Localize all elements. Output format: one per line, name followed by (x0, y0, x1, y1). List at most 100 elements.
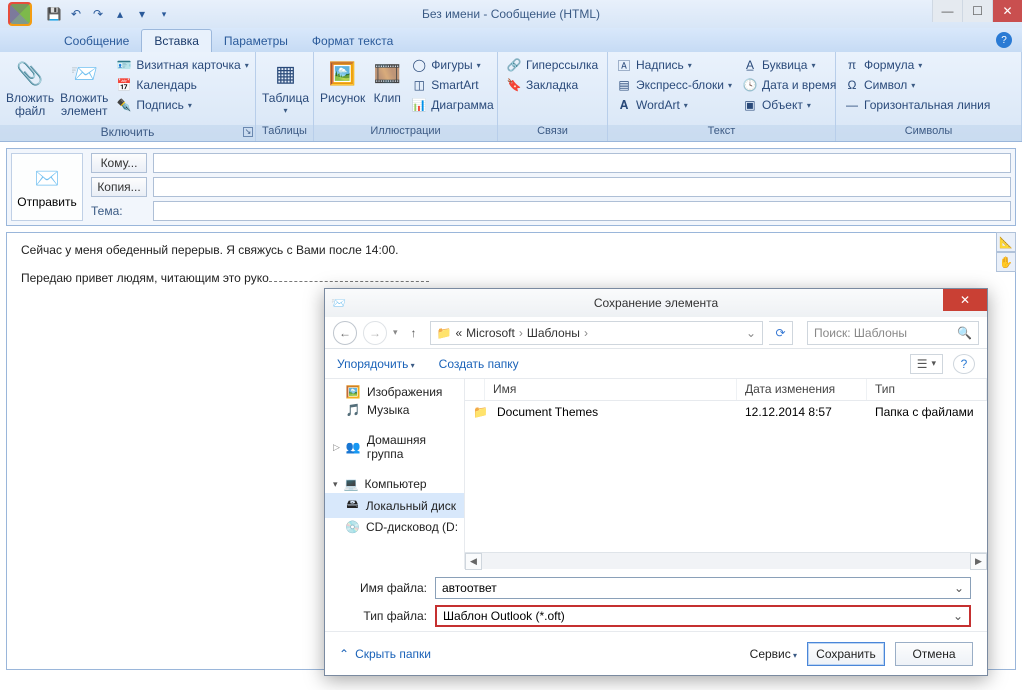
redo-icon[interactable]: ↷ (90, 6, 106, 22)
group-tables-label: Таблицы (256, 125, 313, 141)
bookmark-button[interactable]: 🔖Закладка (504, 76, 600, 94)
nav-computer[interactable]: ▾💻Компьютер (325, 475, 464, 493)
blocks-icon: ▤ (616, 77, 632, 93)
refresh-button[interactable]: ⟳ (769, 321, 793, 345)
forward-button[interactable]: → (363, 321, 387, 345)
help-icon[interactable]: ? (996, 32, 1012, 48)
ribbon-tabs: Сообщение Вставка Параметры Формат текст… (0, 28, 1022, 52)
datetime-button[interactable]: 🕓Дата и время (740, 76, 838, 94)
nav-localdisk[interactable]: 🖴Локальный диск (325, 493, 464, 518)
filetype-label: Тип файла: (341, 609, 427, 623)
next-icon[interactable]: ▾ (134, 6, 150, 22)
to-field[interactable] (153, 153, 1011, 173)
save-button[interactable]: Сохранить (807, 642, 885, 666)
subject-field[interactable] (153, 201, 1011, 221)
dialog-fields: Имя файла: автоответ⌄ Тип файла: Шаблон … (325, 569, 987, 631)
tools-dropdown[interactable]: Сервис (750, 647, 797, 661)
to-button[interactable]: Кому... (91, 153, 147, 173)
tab-message[interactable]: Сообщение (52, 30, 141, 52)
breadcrumb[interactable]: 📁 « Microsoft› Шаблоны› ⌄ (430, 321, 763, 345)
send-icon: ✉️ (35, 166, 60, 191)
nav-music[interactable]: 🎵Музыка (325, 401, 464, 419)
object-button[interactable]: ▣Объект (740, 96, 838, 114)
object-icon: ▣ (742, 97, 758, 113)
symbol-icon: Ω (844, 77, 860, 93)
nav-cddrive[interactable]: 💿CD-дисковод (D: (325, 518, 464, 536)
col-type[interactable]: Тип (867, 379, 987, 400)
minimize-button[interactable]: — (932, 0, 962, 22)
view-icon: ☰ (917, 357, 928, 371)
group-illustrations-label: Иллюстрации (314, 125, 497, 141)
save-dialog: 📨 Сохранение элемента ✕ ← → ▾ ↑ 📁 « Micr… (324, 288, 988, 676)
window-controls: — ☐ ✕ (932, 0, 1022, 22)
new-folder-button[interactable]: Создать папку (439, 357, 519, 371)
office-button[interactable] (0, 0, 40, 28)
cancel-button[interactable]: Отмена (895, 642, 973, 666)
quickparts-button[interactable]: ▤Экспресс-блоки (614, 76, 734, 94)
chart-button[interactable]: 📊Диаграмма (409, 96, 495, 114)
col-date[interactable]: Дата изменения (737, 379, 867, 400)
col-name[interactable]: Имя (485, 379, 737, 400)
undo-icon[interactable]: ↶ (68, 6, 84, 22)
search-icon: 🔍 (957, 326, 972, 340)
attach-file-button[interactable]: 📎Вложить файл (6, 56, 54, 118)
business-card-button[interactable]: 🪪Визитная карточка (114, 56, 250, 74)
cc-field[interactable] (153, 177, 1011, 197)
qat-more-icon[interactable]: ▾ (156, 6, 172, 22)
signature-button[interactable]: ✒️Подпись (114, 96, 250, 114)
tab-options[interactable]: Параметры (212, 30, 300, 52)
dropcap-button[interactable]: A̲Буквица (740, 56, 838, 74)
wordart-button[interactable]: 𝐀WordArt (614, 96, 734, 114)
dialog-close-button[interactable]: ✕ (943, 289, 987, 311)
cd-icon: 💿 (345, 520, 360, 534)
tab-format[interactable]: Формат текста (300, 30, 405, 52)
maximize-button[interactable]: ☐ (962, 0, 992, 22)
file-row[interactable]: 📁 Document Themes 12.12.2014 8:57 Папка … (465, 401, 987, 423)
clipart-button[interactable]: 🎞️Клип (371, 56, 403, 105)
ruler-icon[interactable]: 📐 (996, 232, 1016, 252)
smartart-button[interactable]: ◫SmartArt (409, 76, 495, 94)
filename-input[interactable]: автоответ⌄ (435, 577, 971, 599)
card-icon: 🪪 (116, 57, 132, 73)
picture-button[interactable]: 🖼️Рисунок (320, 56, 365, 105)
symbol-button[interactable]: ΩСимвол (842, 76, 992, 94)
filetype-select[interactable]: Шаблон Outlook (*.oft)⌄ (435, 605, 971, 627)
scroll-left-icon[interactable]: ◀ (465, 553, 482, 570)
search-placeholder: Поиск: Шаблоны (814, 326, 907, 340)
group-text-label: Текст (608, 125, 835, 141)
chevron-down-icon[interactable]: ⌄ (953, 609, 963, 623)
nav-homegroup[interactable]: ▷👥Домашняя группа (325, 431, 464, 463)
chevron-down-icon[interactable]: ⌄ (954, 581, 964, 595)
up-button[interactable]: ↑ (404, 323, 424, 343)
music-icon: 🎵 (345, 403, 361, 417)
hyperlink-button[interactable]: 🔗Гиперссылка (504, 56, 600, 74)
tab-insert[interactable]: Вставка (141, 29, 212, 52)
hand-icon[interactable]: ✋ (996, 252, 1016, 272)
organize-button[interactable]: Упорядочить (337, 357, 415, 371)
horizontal-scrollbar[interactable]: ◀ ▶ (465, 552, 987, 569)
save-icon[interactable]: 💾 (46, 6, 62, 22)
shapes-icon: ◯ (411, 57, 427, 73)
dialog-launcher-icon[interactable]: ↘ (243, 127, 253, 137)
search-input[interactable]: Поиск: Шаблоны 🔍 (807, 321, 979, 345)
textbox-button[interactable]: 🄰Надпись (614, 56, 734, 74)
attach-item-button[interactable]: 📨Вложить элемент (60, 56, 108, 118)
equation-button[interactable]: πФормула (842, 56, 992, 74)
view-mode-button[interactable]: ☰▾ (910, 354, 943, 374)
calendar-button[interactable]: 📅Календарь (114, 76, 250, 94)
hide-folders-button[interactable]: ⌃Скрыть папки (339, 647, 431, 661)
nav-pictures[interactable]: 🖼️Изображения (325, 383, 464, 401)
shapes-button[interactable]: ◯Фигуры (409, 56, 495, 74)
scroll-right-icon[interactable]: ▶ (970, 553, 987, 570)
computer-icon: 💻 (344, 477, 359, 491)
table-button[interactable]: ▦Таблица (262, 56, 309, 116)
send-button[interactable]: ✉️ Отправить (11, 153, 83, 221)
prev-icon[interactable]: ▴ (112, 6, 128, 22)
help-button[interactable]: ? (953, 354, 975, 374)
hline-button[interactable]: —Горизонтальная линия (842, 96, 992, 114)
chart-icon: 📊 (411, 97, 427, 113)
cc-button[interactable]: Копия... (91, 177, 147, 197)
close-button[interactable]: ✕ (992, 0, 1022, 22)
chevron-down-icon[interactable]: ⌄ (746, 326, 756, 340)
back-button[interactable]: ← (333, 321, 357, 345)
